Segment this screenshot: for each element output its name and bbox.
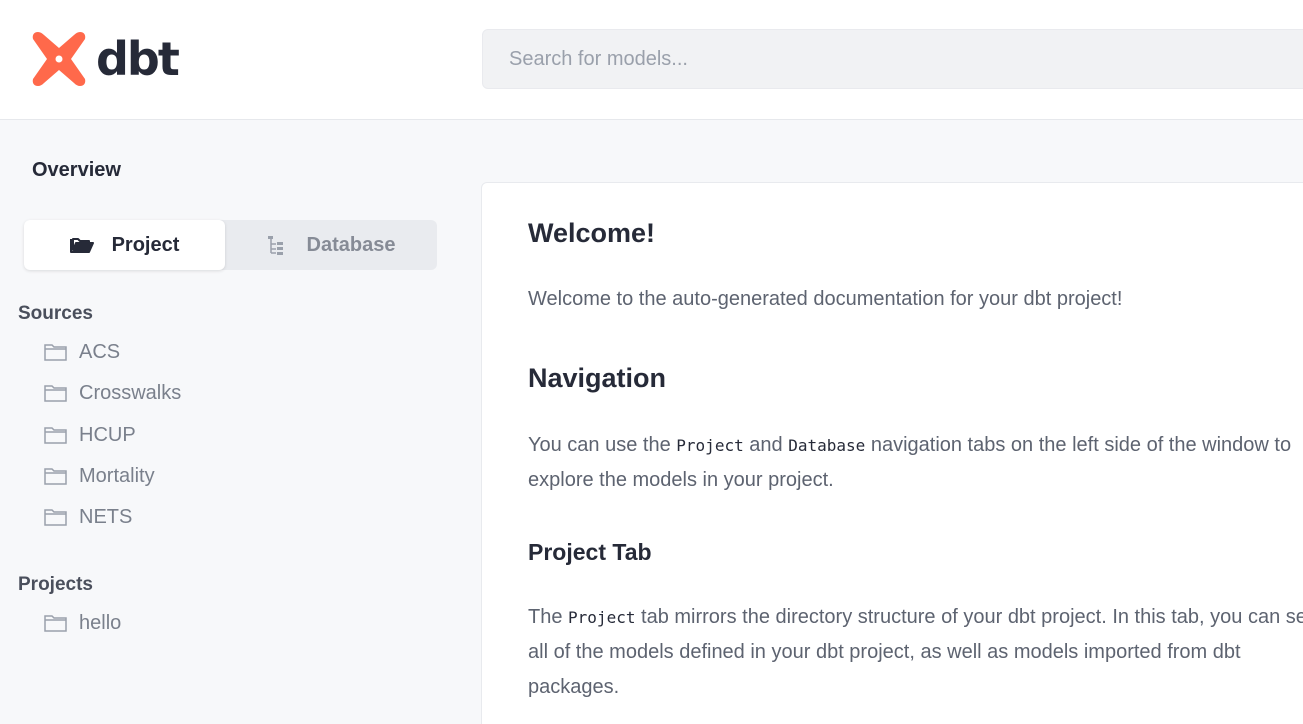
- source-item-nets[interactable]: NETS: [44, 502, 132, 532]
- folder-icon: [44, 509, 67, 526]
- folder-icon: [44, 344, 67, 361]
- overview-link[interactable]: Overview: [32, 159, 121, 182]
- project-item-label: hello: [79, 611, 122, 634]
- top-header: dbt: [0, 0, 1303, 120]
- source-item-label: NETS: [79, 505, 133, 528]
- logo-text: dbt: [96, 32, 180, 86]
- nav-tabs: Project Database: [24, 220, 437, 270]
- tab-database[interactable]: Database: [225, 220, 437, 270]
- source-item-acs[interactable]: ACS: [44, 337, 120, 367]
- project-item-hello[interactable]: hello: [44, 608, 121, 638]
- source-item-label: Mortality: [79, 464, 155, 487]
- source-item-mortality[interactable]: Mortality: [44, 461, 155, 491]
- tree-icon: [267, 236, 283, 255]
- code-database: Database: [788, 436, 866, 455]
- navigation-heading: Navigation: [528, 363, 667, 393]
- project-tab-heading: Project Tab: [528, 539, 652, 565]
- project-tab-text: The Project tab mirrors the directory st…: [528, 606, 1303, 698]
- welcome-heading: Welcome!: [528, 218, 656, 248]
- projects-section-title: Projects: [18, 574, 93, 595]
- source-item-crosswalks[interactable]: Crosswalks: [44, 378, 181, 408]
- sidebar: Overview Project Database Sources ACS Cr…: [0, 121, 460, 724]
- main-content-panel: Welcome! Welcome to the auto-generated d…: [481, 182, 1303, 724]
- folder-icon: [44, 427, 67, 444]
- welcome-text: Welcome to the auto-generated documentat…: [528, 288, 1123, 310]
- sources-section-title: Sources: [18, 303, 93, 324]
- tab-database-label: Database: [306, 233, 396, 256]
- folder-icon: [44, 385, 67, 402]
- folder-icon: [44, 615, 67, 632]
- code-project: Project: [676, 436, 744, 455]
- tab-project[interactable]: Project: [24, 220, 225, 270]
- folder-open-icon: [69, 238, 94, 253]
- code-project: Project: [568, 608, 636, 627]
- dbt-logo-icon: [32, 32, 86, 86]
- source-item-hcup[interactable]: HCUP: [44, 420, 136, 450]
- search-input[interactable]: [482, 29, 1303, 89]
- tab-project-label: Project: [111, 233, 180, 256]
- source-item-label: Crosswalks: [79, 381, 182, 404]
- navigation-text: You can use the Project and Database nav…: [528, 434, 1292, 491]
- folder-icon: [44, 468, 67, 485]
- source-item-label: ACS: [79, 340, 121, 363]
- dbt-logo[interactable]: dbt: [30, 30, 180, 88]
- source-item-label: HCUP: [79, 423, 136, 446]
